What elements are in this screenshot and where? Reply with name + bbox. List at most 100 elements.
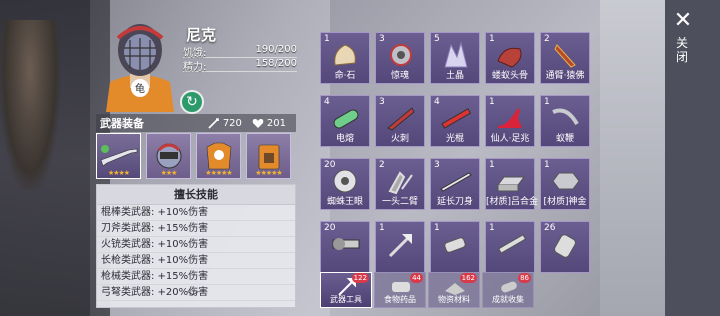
- inventory-cell[interactable]: 3 延长刀身: [430, 158, 480, 210]
- heel-icon: [498, 108, 522, 128]
- tab-materials[interactable]: 162 物资材料: [428, 272, 480, 308]
- equipment-header: 武器装备 720 201: [96, 114, 296, 132]
- item-name: 惊魂: [390, 71, 409, 81]
- whip-icon: [552, 108, 579, 126]
- inventory-cell[interactable]: 2 通臂·猿佛: [540, 32, 590, 84]
- tab-achievements[interactable]: 86 成就收集: [482, 272, 534, 308]
- inventory-cell[interactable]: 1 [材质]神金: [540, 158, 590, 210]
- inventory-cell[interactable]: 1 仙人·足兆: [485, 95, 535, 147]
- item-name: 一头二臂: [381, 197, 418, 207]
- refresh-badge-icon[interactable]: ↻: [180, 90, 204, 114]
- inventory-grid: 1 命·石 3 惊魂 5 土晶 1 蝼蚁头骨 2 通臂·猿佛 4 电熔 3 火刺 4 光棍 1 仙人·足兆 1 蚁鞭 2…: [320, 32, 596, 273]
- item-name: 火刺: [390, 134, 409, 144]
- equip-slot-armor[interactable]: ★★★★★: [196, 133, 241, 179]
- tab-label: 武器工具: [330, 295, 362, 304]
- tab-count-badge: 162: [459, 273, 477, 283]
- arm-icon: [554, 44, 576, 68]
- close-label[interactable]: 关闭: [675, 36, 689, 64]
- crystal-icon: [444, 41, 468, 68]
- ingot-icon: [497, 176, 525, 192]
- item-name: 通臂·猿佛: [545, 71, 585, 81]
- inventory-cell[interactable]: 26: [540, 221, 590, 273]
- item-name: 蚁鞭: [555, 134, 574, 144]
- skills-title: 擅长技能: [97, 185, 295, 205]
- nut-icon: [552, 172, 580, 190]
- tab-label: 食物药品: [384, 295, 416, 304]
- character-portrait: 龟: [106, 24, 174, 112]
- tab-weapons-tools[interactable]: 122 武器工具: [320, 272, 372, 308]
- inventory-cell[interactable]: 1: [485, 221, 535, 273]
- item-name: 蝼蚁头骨: [491, 71, 528, 81]
- skill-row: 火铳类武器: +10%伤害: [97, 237, 295, 253]
- rifle-icon: [100, 145, 137, 167]
- backpack-icon: [258, 144, 279, 170]
- item-name: 仙人·足兆: [490, 134, 530, 144]
- inventory-cell[interactable]: 5 土晶: [430, 32, 480, 84]
- chevron-down-icon[interactable]: ﹀: [187, 288, 199, 305]
- inventory-cell[interactable]: 4 光棍: [430, 95, 480, 147]
- equip-slot-helmet[interactable]: ★★★: [146, 133, 191, 179]
- skills-panel[interactable]: 擅长技能 棍棒类武器: +10%伤害 刀斧类武器: +15%伤害 火铳类武器: …: [96, 184, 296, 308]
- scope-icon: [332, 238, 360, 250]
- item-name: 蜘蛛王眼: [326, 197, 363, 207]
- eye-icon: [333, 169, 357, 193]
- inventory-cell[interactable]: 20 蜘蛛王眼: [320, 158, 370, 210]
- bottle-icon: [554, 234, 576, 258]
- energy-stat: 精力: 158/200: [183, 58, 297, 73]
- item-name: 电熔: [335, 134, 354, 144]
- equip-slot-rifle[interactable]: ★★★★: [96, 133, 141, 179]
- inventory-cell[interactable]: 1: [430, 221, 480, 273]
- inventory-cell[interactable]: 2 一头二臂: [375, 158, 425, 210]
- inventory-cell[interactable]: 1 蝼蚁头骨: [485, 32, 535, 84]
- close-icon[interactable]: ✕: [672, 10, 694, 32]
- skull-icon: [497, 47, 522, 68]
- energy-value: 158/200: [255, 58, 297, 69]
- inventory-cell[interactable]: 4 电熔: [320, 95, 370, 147]
- armor-icon: [206, 142, 231, 170]
- hunger-label: 饥饿:: [183, 48, 207, 59]
- background-scene-right: [600, 0, 665, 316]
- rod-icon: [441, 108, 472, 129]
- axe-icon: [388, 234, 412, 258]
- item-name: 土晶: [445, 71, 464, 81]
- tab-label: 物资材料: [438, 295, 470, 304]
- spray-icon: [444, 237, 466, 253]
- category-tabs: 122 武器工具 44 食物药品 162 物资材料 86 成就收集: [320, 272, 596, 308]
- tab-food-medicine[interactable]: 44 食物药品: [374, 272, 426, 308]
- inventory-cell[interactable]: 1 蚁鞭: [540, 95, 590, 147]
- inventory-cell[interactable]: 20: [320, 221, 370, 273]
- character-name: 尼克: [186, 26, 217, 44]
- close-panel[interactable]: [665, 0, 720, 316]
- health-value: 201: [266, 117, 286, 129]
- inventory-cell[interactable]: 1: [375, 221, 425, 273]
- inventory-cell[interactable]: 3 火刺: [375, 95, 425, 147]
- blade-icon: [440, 172, 472, 192]
- heart-icon: [252, 118, 264, 128]
- skill-row: 刀斧类武器: +15%伤害: [97, 221, 295, 237]
- inventory-cell[interactable]: 1 [材质]吕合金: [485, 158, 539, 210]
- equip-stars: ★★★★: [107, 169, 130, 177]
- tab-label: 成就收集: [492, 295, 524, 304]
- sword-icon: [208, 118, 219, 129]
- skill-row: 棍棒类武器: +10%伤害: [97, 205, 295, 221]
- item-name: [材质]吕合金: [486, 197, 539, 207]
- tab-count-badge: 86: [518, 273, 531, 283]
- inventory-cell[interactable]: 3 惊魂: [375, 32, 425, 84]
- skill-row: 长枪类武器: +10%伤害: [97, 253, 295, 269]
- claw-icon: [388, 171, 413, 195]
- spike-icon: [387, 107, 415, 131]
- stick-icon: [498, 234, 527, 254]
- equipment-slots: ★★★★ ★★★ ★★★★★ ★★★★★: [96, 133, 296, 179]
- item-name: 光棍: [445, 134, 464, 144]
- gear-icon: [390, 44, 412, 66]
- tab-count-badge: 44: [410, 273, 423, 283]
- equip-stars: ★★★★★: [205, 169, 232, 177]
- svg-text:龟: 龟: [135, 83, 145, 95]
- inventory-cell[interactable]: 1 命·石: [320, 32, 370, 84]
- tab-count-badge: 122: [351, 273, 369, 283]
- helmet-icon: [156, 143, 181, 169]
- item-name: [材质]神金: [543, 197, 587, 207]
- equip-stars: ★★★★★: [255, 169, 282, 177]
- equip-slot-backpack[interactable]: ★★★★★: [246, 133, 291, 179]
- skill-row: 枪械类武器: +15%伤害: [97, 269, 295, 285]
